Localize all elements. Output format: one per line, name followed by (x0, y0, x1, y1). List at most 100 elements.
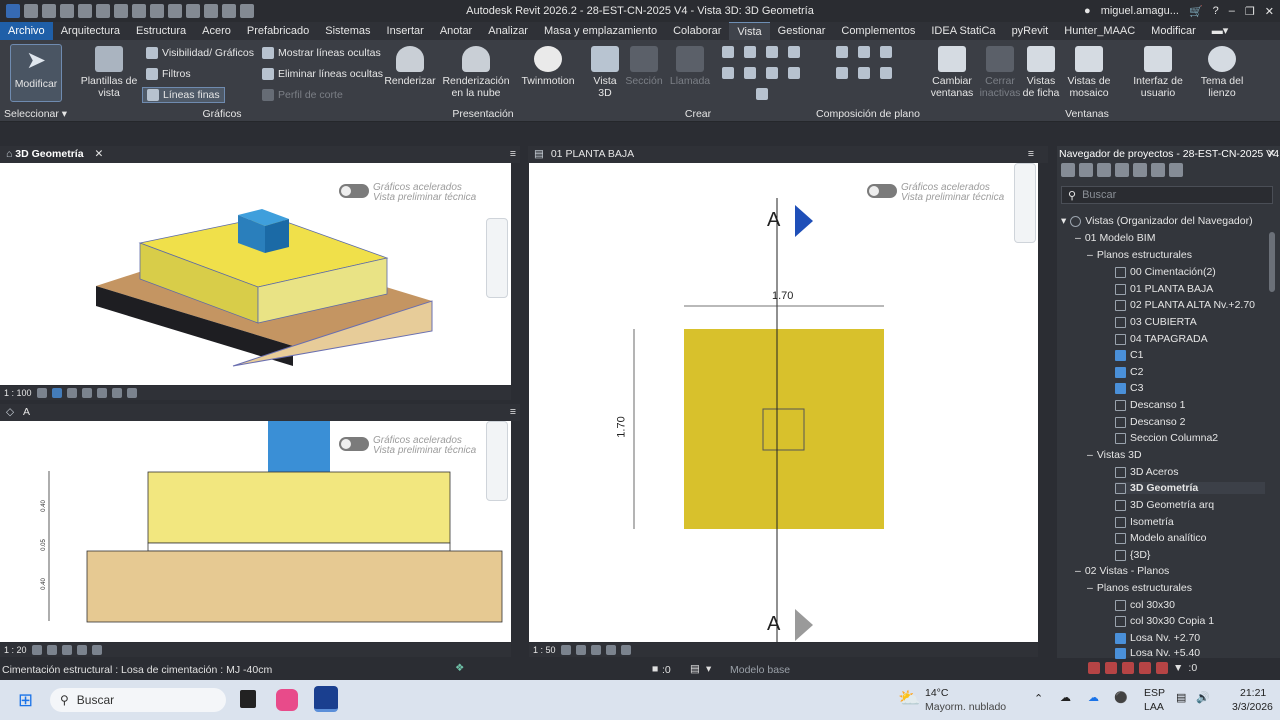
user-name[interactable]: miguel.amagu... (1101, 5, 1179, 17)
cloud-icon[interactable]: ☁ (1088, 691, 1099, 704)
twinmotion-button[interactable]: Twinmotion (520, 46, 576, 87)
filtros-button[interactable]: Filtros (146, 68, 191, 80)
visual-style-icon[interactable] (51, 388, 62, 398)
view-options-icon[interactable]: ≡ (1028, 146, 1034, 163)
navigation-bar-section[interactable] (486, 421, 508, 501)
title-block-icon[interactable] (880, 46, 892, 58)
view-3d-geometria[interactable]: Gráficos acelerados Vista preliminar técn… (0, 163, 511, 385)
detail-level-icon[interactable] (31, 645, 42, 655)
tema-lienzo-button[interactable]: Tema del lienzo (1196, 46, 1248, 99)
close-hidden-icon[interactable] (240, 4, 254, 18)
cambiar-ventanas-button[interactable]: Cambiar ventanas (928, 46, 976, 99)
user-icon[interactable]: ● (1084, 5, 1091, 17)
tab-insertar[interactable]: Insertar (379, 22, 432, 40)
scale-label[interactable]: 1 : 20 (4, 645, 27, 655)
tab-arquitectura[interactable]: Arquitectura (53, 22, 128, 40)
view-list-icon[interactable] (756, 88, 768, 100)
view-options-icon[interactable]: ≡ (510, 404, 516, 421)
select-links-filter-icon[interactable] (1088, 662, 1100, 674)
schedule-icon[interactable] (788, 46, 800, 58)
lock-3d-icon[interactable] (126, 388, 137, 398)
tree-item[interactable]: Losa Nv. +5.40 (1115, 647, 1200, 659)
worksharing-icon[interactable]: ❖ (455, 662, 464, 674)
tree-item[interactable]: 00 Cimentación(2) (1115, 266, 1216, 278)
clock-date[interactable]: 3/3/2026 (1232, 701, 1273, 713)
legend-icon[interactable] (744, 67, 756, 79)
interfaz-usuario-button[interactable]: Interfaz de usuario (1130, 46, 1186, 99)
crop-icon[interactable] (96, 388, 107, 398)
taskbar-search[interactable]: ⚲ Buscar (50, 688, 226, 712)
tree-item[interactable]: Descanso 2 (1115, 416, 1185, 428)
vistas-mosaico-button[interactable]: Vistas de mosaico (1062, 46, 1116, 99)
browser-scrollbar[interactable] (1269, 232, 1275, 292)
cart-icon[interactable]: 🛒 (1189, 5, 1203, 18)
revisions-icon[interactable] (836, 67, 848, 79)
toggle-switch[interactable] (339, 437, 369, 451)
guide-grid-icon[interactable] (858, 67, 870, 79)
detail-level-icon[interactable] (560, 645, 571, 655)
tree-item[interactable]: Descanso 1 (1115, 399, 1185, 411)
tree-item[interactable]: C1 (1115, 349, 1143, 361)
navigation-bar[interactable] (486, 218, 508, 298)
model-base-icon[interactable]: ▾ (706, 663, 711, 675)
tree-item[interactable]: –02 Vistas - Planos (1075, 565, 1169, 577)
new-sheet-icon[interactable] (836, 46, 848, 58)
browser-schedules-icon[interactable] (1115, 163, 1129, 177)
onedrive-icon[interactable]: ☁ (1060, 691, 1071, 704)
shadows-icon[interactable] (605, 645, 616, 655)
filter-icon[interactable]: ▼ (1173, 662, 1183, 674)
tab-analizar[interactable]: Analizar (480, 22, 536, 40)
tab-acero[interactable]: Acero (194, 22, 239, 40)
tree-item[interactable]: Losa Nv. +2.70 (1115, 632, 1200, 644)
tree-item[interactable]: col 30x30 Copia 1 (1115, 615, 1214, 627)
browser-families-icon[interactable] (1133, 163, 1147, 177)
select-pinned-icon[interactable] (1122, 662, 1134, 674)
place-view-icon[interactable] (858, 46, 870, 58)
shadows-icon[interactable] (76, 645, 87, 655)
render-nube-button[interactable]: Renderización en la nube (442, 46, 510, 99)
elevation-icon[interactable] (744, 46, 756, 58)
tab-anotar[interactable]: Anotar (432, 22, 480, 40)
tree-item[interactable]: C3 (1115, 382, 1143, 394)
drag-elements-icon[interactable] (1156, 662, 1168, 674)
drafting-view-icon[interactable] (766, 46, 778, 58)
navigation-bar-plan[interactable] (1014, 163, 1036, 243)
tab-masa[interactable]: Masa y emplazamiento (536, 22, 665, 40)
tab-vista[interactable]: Vista (729, 22, 770, 40)
sun-path-icon[interactable] (590, 645, 601, 655)
tree-item[interactable]: – Planos estructurales (1087, 582, 1192, 594)
tree-item[interactable]: Seccion Columna2 (1115, 432, 1218, 444)
accelerated-graphics-toggle[interactable]: Gráficos acelerados Vista preliminar técn… (339, 183, 476, 203)
mic-icon[interactable]: ⚫ (1114, 691, 1128, 704)
section-head-top[interactable] (795, 205, 813, 237)
accelerated-graphics-toggle-plan[interactable]: Gráficos acelerados Vista preliminar técn… (867, 183, 1004, 203)
redo-icon[interactable] (114, 4, 128, 18)
close-button[interactable]: ✕ (1265, 5, 1274, 18)
toggle-switch[interactable] (867, 184, 897, 198)
tab-idea-statica[interactable]: IDEA StatiCa (923, 22, 1003, 40)
print-icon[interactable] (132, 4, 146, 18)
visual-style-icon[interactable] (575, 645, 586, 655)
tab-estructura[interactable]: Estructura (128, 22, 194, 40)
tab-colaborar[interactable]: Colaborar (665, 22, 729, 40)
tree-item[interactable]: 02 PLANTA ALTA Nv.+2.70 (1115, 299, 1255, 311)
scale-label[interactable]: 1 : 50 (533, 645, 556, 655)
tree-item-selected[interactable]: 3D Geometría (1115, 482, 1265, 494)
design-option-label[interactable]: Modelo base (730, 664, 790, 676)
tab-planta-baja[interactable]: ▤ 01 PLANTA BAJA ≡ (528, 146, 1048, 163)
select-underlay-icon[interactable] (1105, 662, 1117, 674)
undo-icon[interactable] (96, 4, 110, 18)
toggle-switch[interactable] (339, 184, 369, 198)
close-tab-icon[interactable]: ✕ (94, 148, 103, 160)
view-seccion-a[interactable]: 0.40 0.05 0.40 Gráficos acelerados Vista … (0, 421, 511, 642)
browser-links-icon[interactable] (1169, 163, 1183, 177)
tab-archivo[interactable]: Archivo (0, 22, 53, 40)
open-icon[interactable] (42, 4, 56, 18)
section-icon[interactable] (222, 4, 236, 18)
close-browser-icon[interactable]: ✕ (1267, 147, 1276, 160)
tree-item[interactable]: Isometría (1115, 516, 1174, 528)
select-by-face-icon[interactable] (1139, 662, 1151, 674)
vistas-ficha-button[interactable]: Vistas de ficha (1020, 46, 1062, 99)
sun-path-icon[interactable] (61, 645, 72, 655)
tab-hunter[interactable]: Hunter_MAAC (1056, 22, 1143, 40)
